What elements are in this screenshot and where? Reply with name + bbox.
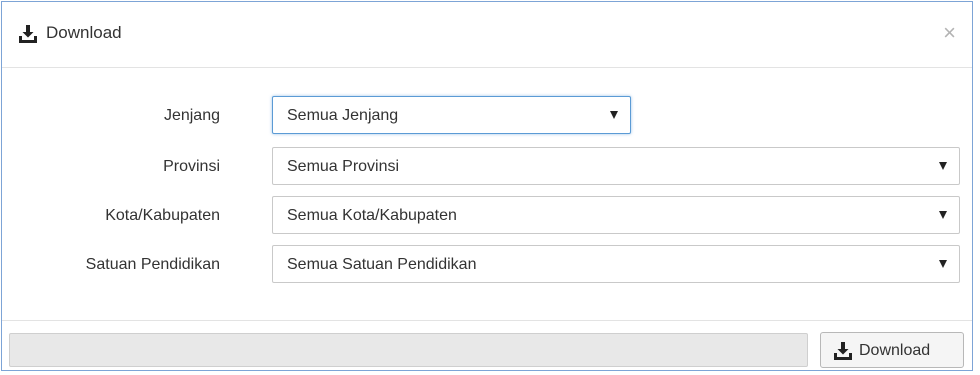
caret-down-icon — [610, 111, 618, 119]
field-row-kota-kabupaten: Kota/Kabupaten Semua Kota/Kabupaten — [2, 196, 972, 236]
kota-kabupaten-select-value: Semua Kota/Kabupaten — [287, 207, 457, 224]
download-button[interactable]: Download — [820, 332, 964, 368]
provinsi-select-value: Semua Provinsi — [287, 158, 400, 175]
download-icon — [834, 342, 852, 360]
dialog-footer: Download — [2, 320, 972, 370]
dialog-body: Jenjang Semua Jenjang Provinsi Semua Pro… — [2, 68, 972, 320]
download-icon — [19, 25, 37, 43]
jenjang-select[interactable]: Semua Jenjang — [272, 96, 631, 134]
caret-down-icon — [939, 260, 947, 268]
dialog-header: Download × — [2, 2, 972, 68]
provinsi-select[interactable]: Semua Provinsi — [272, 147, 960, 185]
caret-down-icon — [939, 211, 947, 219]
download-dialog: Download × Jenjang Semua Jenjang Provins… — [1, 1, 973, 371]
satuan-pendidikan-select-value: Semua Satuan Pendidikan — [287, 256, 477, 273]
kota-kabupaten-label: Kota/Kabupaten — [105, 207, 220, 224]
satuan-pendidikan-label: Satuan Pendidikan — [85, 256, 220, 273]
field-row-satuan-pendidikan: Satuan Pendidikan Semua Satuan Pendidika… — [2, 245, 972, 285]
download-button-label: Download — [859, 342, 931, 359]
close-icon[interactable]: × — [943, 20, 956, 46]
provinsi-label: Provinsi — [163, 158, 220, 175]
dialog-title: Download — [46, 23, 122, 42]
jenjang-label: Jenjang — [163, 107, 220, 124]
caret-down-icon — [939, 162, 947, 170]
field-row-provinsi: Provinsi Semua Provinsi — [2, 147, 972, 187]
kota-kabupaten-select[interactable]: Semua Kota/Kabupaten — [272, 196, 960, 234]
download-progress-bar — [9, 333, 808, 367]
jenjang-select-value: Semua Jenjang — [287, 107, 399, 124]
satuan-pendidikan-select[interactable]: Semua Satuan Pendidikan — [272, 245, 960, 283]
field-row-jenjang: Jenjang Semua Jenjang — [2, 96, 972, 136]
